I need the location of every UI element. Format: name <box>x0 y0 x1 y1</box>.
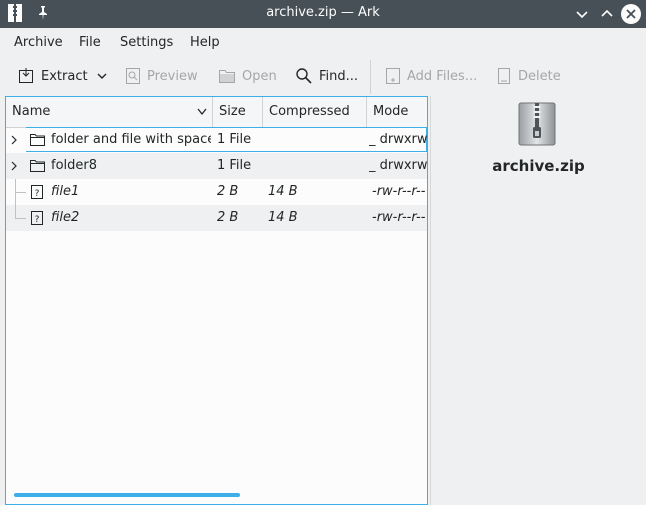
expand-chevron-right-icon[interactable] <box>10 135 18 145</box>
unknown-file-icon: ? <box>31 211 43 225</box>
extract-button[interactable]: Extract <box>17 58 88 94</box>
title-bar[interactable]: archive.zip — Ark <box>0 0 646 28</box>
add-files-label: Add Files... <box>407 68 478 84</box>
zip-archive-icon <box>518 102 556 146</box>
column-header-name[interactable]: Name <box>6 97 213 127</box>
svg-text:?: ? <box>35 215 40 225</box>
preview-button[interactable]: Preview <box>125 58 198 94</box>
sort-chevron-down-icon <box>197 108 207 116</box>
find-button[interactable]: Find... <box>295 58 358 94</box>
toolbar-separator <box>370 60 371 94</box>
row-compressed: 14 B <box>268 184 298 199</box>
unknown-file-icon: ? <box>31 185 43 199</box>
add-files-button[interactable]: Add Files... <box>385 58 477 94</box>
search-icon <box>296 68 312 84</box>
horizontal-scrollbar[interactable] <box>14 493 240 497</box>
row-mode: _ drwxrwxr <box>369 158 427 173</box>
row-compressed: 14 B <box>268 210 298 225</box>
column-header-size[interactable]: Size <box>213 97 263 127</box>
row-mode: -rw-r--r-- <box>372 210 426 225</box>
open-button[interactable]: Open <box>218 58 277 94</box>
table-row[interactable]: ? file1 2 B 14 B -rw-r--r-- <box>6 179 427 205</box>
menu-bar: Archive File Settings Help <box>0 28 646 56</box>
row-mode: _ drwxrwxr <box>369 132 427 147</box>
open-folder-icon <box>219 70 235 83</box>
row-size: 2 B <box>217 210 239 225</box>
row-name: file2 <box>51 210 80 225</box>
find-label: Find... <box>319 68 359 84</box>
extract-dropdown-chevron-down-icon[interactable] <box>96 70 108 82</box>
column-name-label: Name <box>12 104 51 119</box>
row-size: 1 File <box>217 132 252 147</box>
tree-branch-line <box>15 179 26 205</box>
close-icon[interactable] <box>620 3 642 25</box>
maximize-chevron-up-icon[interactable] <box>597 4 617 24</box>
add-file-icon <box>386 68 400 84</box>
column-header: Name Size Compressed Mode <box>6 97 427 128</box>
table-row[interactable]: ? file2 2 B 14 B -rw-r--r-- <box>6 205 427 231</box>
archive-content-tree[interactable]: Name Size Compressed Mode folder and fil… <box>5 96 428 505</box>
row-name: file1 <box>51 184 80 199</box>
table-row[interactable]: folder and file with space 1 File _ drwx… <box>6 127 427 153</box>
tree-branch-line <box>15 205 26 219</box>
row-size: 1 File <box>217 158 252 173</box>
delete-label: Delete <box>518 68 561 84</box>
delete-file-icon <box>498 68 510 84</box>
delete-button[interactable]: Delete <box>496 58 561 94</box>
menu-help[interactable]: Help <box>190 35 220 50</box>
extract-icon <box>19 68 33 83</box>
table-row[interactable]: folder8 1 File _ drwxrwxr <box>6 153 427 179</box>
folder-icon <box>30 160 45 172</box>
archive-filename: archive.zip <box>492 157 585 175</box>
row-mode: -rw-r--r-- <box>372 184 426 199</box>
extract-label: Extract <box>41 68 88 84</box>
preview-label: Preview <box>147 68 198 84</box>
main-toolbar: Extract Preview Open Find... Add Files..… <box>0 58 646 94</box>
minimize-chevron-down-icon[interactable] <box>572 4 592 24</box>
svg-text:?: ? <box>35 189 40 199</box>
menu-settings[interactable]: Settings <box>120 35 173 50</box>
folder-icon <box>30 134 45 146</box>
expand-chevron-right-icon[interactable] <box>10 161 18 171</box>
menu-file[interactable]: File <box>79 35 101 50</box>
row-name: folder8 <box>51 158 98 173</box>
column-header-mode[interactable]: Mode <box>367 97 427 127</box>
menu-archive[interactable]: Archive <box>14 35 63 50</box>
row-name: folder and file with space <box>51 132 211 147</box>
open-label: Open <box>242 68 277 84</box>
preview-icon <box>126 68 140 84</box>
column-header-compressed[interactable]: Compressed <box>263 97 367 127</box>
window-title: archive.zip — Ark <box>266 5 380 20</box>
row-size: 2 B <box>217 184 239 199</box>
